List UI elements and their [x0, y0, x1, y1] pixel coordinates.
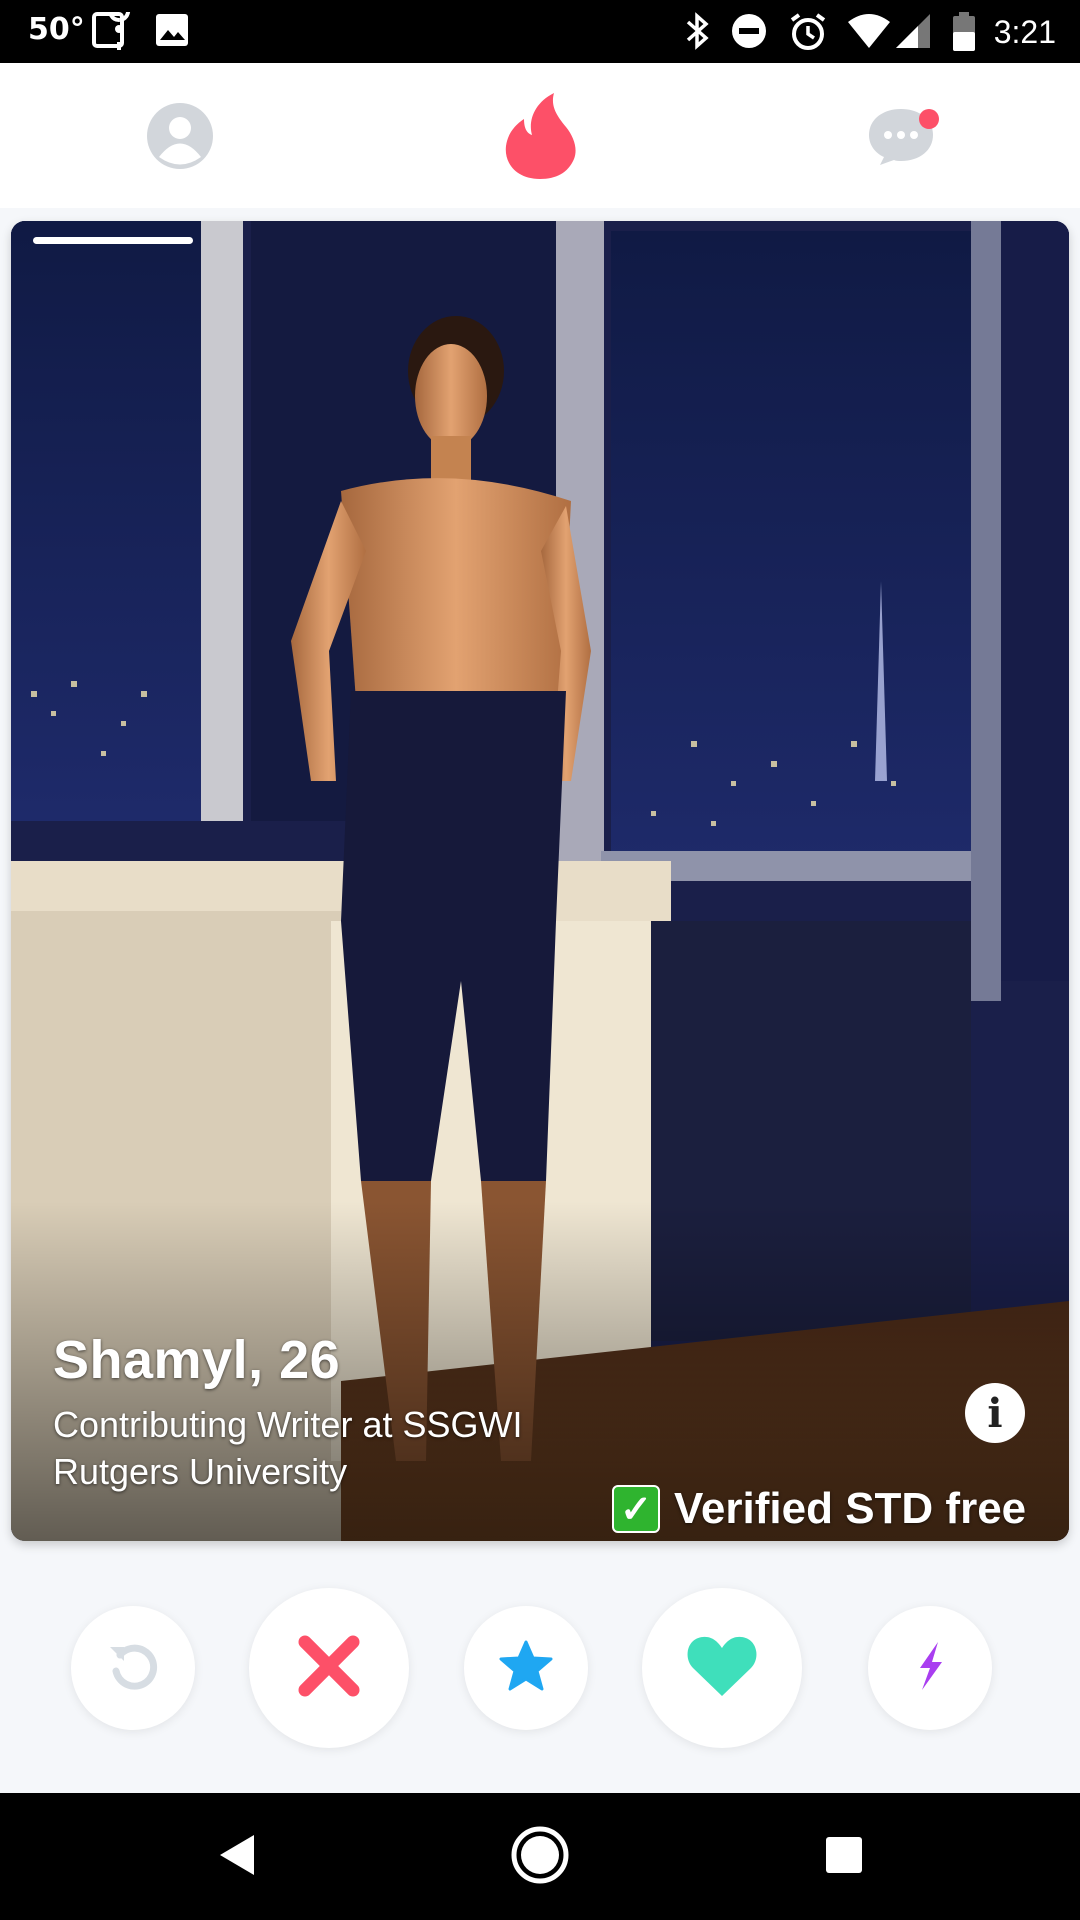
profile-icon — [146, 102, 214, 175]
home-button[interactable] — [510, 1825, 570, 1890]
name-age: Shamyl, 26 — [53, 1330, 341, 1390]
photo-indicator-active — [33, 237, 193, 244]
top-navigation — [0, 63, 1080, 208]
info-icon: i — [987, 1389, 1003, 1437]
bluetooth-icon — [684, 12, 712, 55]
recents-button[interactable] — [814, 1827, 874, 1887]
alarm-icon — [788, 12, 828, 57]
dnd-icon — [730, 12, 768, 55]
nope-icon — [295, 1632, 363, 1705]
messages-button[interactable] — [856, 93, 946, 183]
school: Rutgers University — [53, 1451, 348, 1492]
like-icon — [685, 1634, 759, 1703]
verified-text: Verified STD free — [674, 1484, 1027, 1533]
system-navigation-bar — [0, 1793, 1080, 1920]
rewind-icon — [106, 1639, 160, 1698]
recents-icon — [822, 1833, 866, 1882]
clock: 3:21 — [993, 14, 1056, 50]
super-like-button[interactable] — [464, 1606, 588, 1730]
status-bar: 50° 3:21 — [0, 0, 1080, 63]
wifi-icon — [846, 12, 892, 55]
boost-button[interactable] — [868, 1606, 992, 1730]
super-like-icon — [499, 1640, 553, 1697]
discover-button[interactable] — [495, 91, 585, 186]
signal-icon — [894, 12, 932, 55]
battery-icon — [952, 12, 976, 57]
boost-icon — [912, 1640, 948, 1697]
flame-icon — [502, 91, 578, 186]
card-info: Shamyl, 26 Contributing Writer at SSGWI … — [53, 1329, 522, 1495]
check-icon: ✓ — [612, 1485, 660, 1533]
job-title: Contributing Writer at SSGWI — [53, 1404, 523, 1445]
temperature: 50° — [28, 12, 85, 47]
profile-button[interactable] — [135, 93, 225, 183]
verified-caption: ✓ Verified STD free — [612, 1484, 1026, 1534]
image-icon — [154, 12, 190, 53]
info-button[interactable]: i — [965, 1383, 1025, 1443]
maps-icon — [92, 0, 132, 57]
back-icon — [214, 1831, 258, 1884]
rewind-button[interactable] — [71, 1606, 195, 1730]
notification-dot — [919, 109, 939, 129]
nope-button[interactable] — [249, 1588, 409, 1748]
profile-card[interactable]: Shamyl, 26 Contributing Writer at SSGWI … — [11, 221, 1069, 1541]
back-button[interactable] — [206, 1827, 266, 1887]
home-icon — [510, 1825, 570, 1890]
like-button[interactable] — [642, 1588, 802, 1748]
